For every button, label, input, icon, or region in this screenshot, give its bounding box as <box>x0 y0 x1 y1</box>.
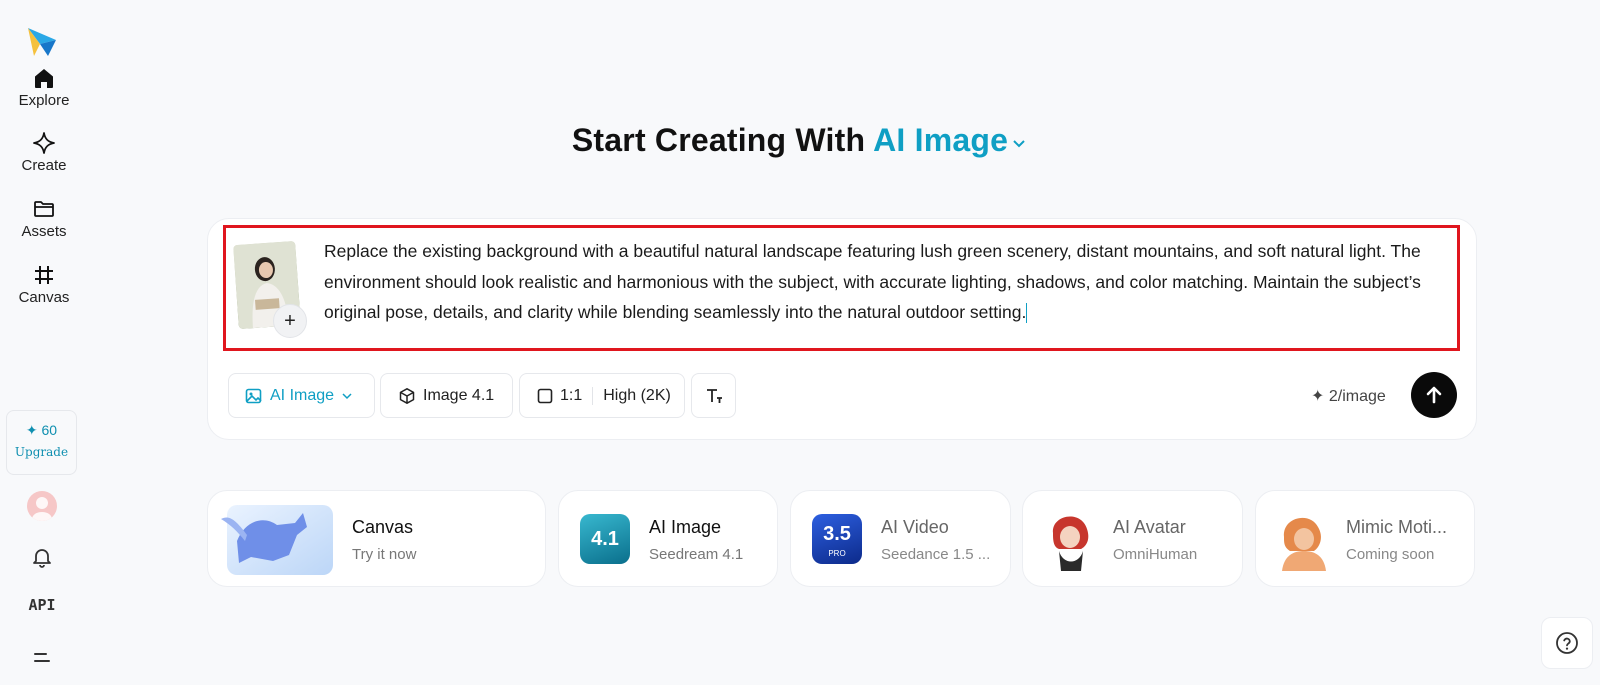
tool-card-ai-video[interactable]: 3.5 PRO AI Video Seedance 1.5 ... <box>790 490 1011 587</box>
ai-video-badge-version: 3.5 <box>823 523 851 545</box>
avatar[interactable] <box>27 491 57 521</box>
tool-subtitle: Seedream 4.1 <box>649 546 744 563</box>
user-avatar-icon <box>32 497 52 521</box>
menu-icon[interactable] <box>30 646 54 670</box>
home-icon <box>35 69 53 88</box>
sidebar-item-canvas[interactable]: Canvas <box>0 263 88 306</box>
tool-subtitle: Coming soon <box>1346 546 1435 563</box>
chevron-down-icon <box>1013 139 1025 147</box>
logo-icon <box>28 28 56 56</box>
mode-selector-title[interactable]: AI Image <box>873 122 1028 158</box>
canvas-thumbnail <box>221 505 333 575</box>
arrow-up-icon <box>1426 386 1442 404</box>
tool-title: AI Image <box>649 517 722 537</box>
mimic-motion-image <box>1282 517 1326 571</box>
tool-subtitle: Try it now <box>352 546 417 563</box>
upgrade-label: Upgrade <box>14 445 69 459</box>
tool-card-ai-image[interactable]: 4.1 AI Image Seedream 4.1 <box>558 490 778 587</box>
add-image-button[interactable]: + <box>273 304 307 338</box>
model-selector[interactable]: Image 4.1 <box>380 373 513 418</box>
avatar-character-image <box>1052 516 1089 571</box>
cube-icon <box>399 387 415 404</box>
text-style-button[interactable] <box>691 373 736 418</box>
mode-dropdown[interactable]: AI Image <box>228 373 375 418</box>
tool-title: AI Video <box>881 517 949 537</box>
tool-subtitle: Seedance 1.5 ... <box>881 546 991 563</box>
send-button[interactable] <box>1411 372 1457 418</box>
crop-icon <box>35 266 53 284</box>
sidebar-item-explore[interactable]: Explore <box>0 66 88 109</box>
tool-card-canvas[interactable]: Canvas Try it now <box>207 490 546 587</box>
tool-card-ai-avatar[interactable]: AI Avatar OmniHuman <box>1022 490 1243 587</box>
credits-amount: ✦ 60 <box>25 422 58 438</box>
sidebar-item-assets[interactable]: Assets <box>0 197 88 240</box>
square-icon <box>537 388 553 403</box>
ratio-quality-selector[interactable]: 1:1 High (2K) <box>519 373 685 418</box>
prompt-input[interactable]: Replace the existing background with a b… <box>324 236 1452 332</box>
ai-image-badge: 4.1 <box>580 514 630 564</box>
ai-video-badge: 3.5 PRO <box>812 514 862 564</box>
tool-card-mimic-motion[interactable]: Mimic Moti... Coming soon <box>1255 490 1475 587</box>
sidebar-item-label: Explore <box>18 92 70 109</box>
ai-video-badge-pro: PRO <box>828 549 846 558</box>
help-icon <box>1556 632 1578 654</box>
sidebar: Explore Create Assets Canvas ✦ 60 Upgrad… <box>0 0 88 685</box>
divider <box>592 386 594 405</box>
page-title: Start Creating With AI Image <box>0 122 1600 159</box>
folder-icon <box>34 201 54 217</box>
sidebar-item-label: Canvas <box>18 289 70 306</box>
text-format-icon <box>706 388 722 403</box>
prompt-text: Replace the existing background with a b… <box>324 241 1421 322</box>
sidebar-item-label: Assets <box>21 223 67 240</box>
bell-icon[interactable] <box>30 545 54 569</box>
model-label: Image 4.1 <box>423 386 495 404</box>
cost-per-image: ✦ 2/image <box>1311 388 1386 405</box>
title-accent: AI Image <box>873 122 1009 158</box>
image-icon <box>245 388 262 403</box>
ratio-label: 1:1 <box>560 386 583 404</box>
chevron-down-icon <box>342 392 352 399</box>
title-prefix: Start Creating With <box>571 122 866 158</box>
mode-label: AI Image <box>270 386 335 404</box>
api-link[interactable]: API <box>20 596 64 614</box>
tool-title: Mimic Moti... <box>1346 517 1447 537</box>
text-caret <box>1026 303 1028 324</box>
sidebar-item-label: Create <box>21 157 67 174</box>
help-button[interactable] <box>1541 617 1593 669</box>
credits-upgrade-button[interactable]: ✦ 60 Upgrade <box>6 410 77 475</box>
tool-title: Canvas <box>352 517 414 537</box>
tool-subtitle: OmniHuman <box>1113 546 1198 563</box>
tool-title: AI Avatar <box>1113 517 1186 537</box>
quality-label: High (2K) <box>603 386 671 404</box>
